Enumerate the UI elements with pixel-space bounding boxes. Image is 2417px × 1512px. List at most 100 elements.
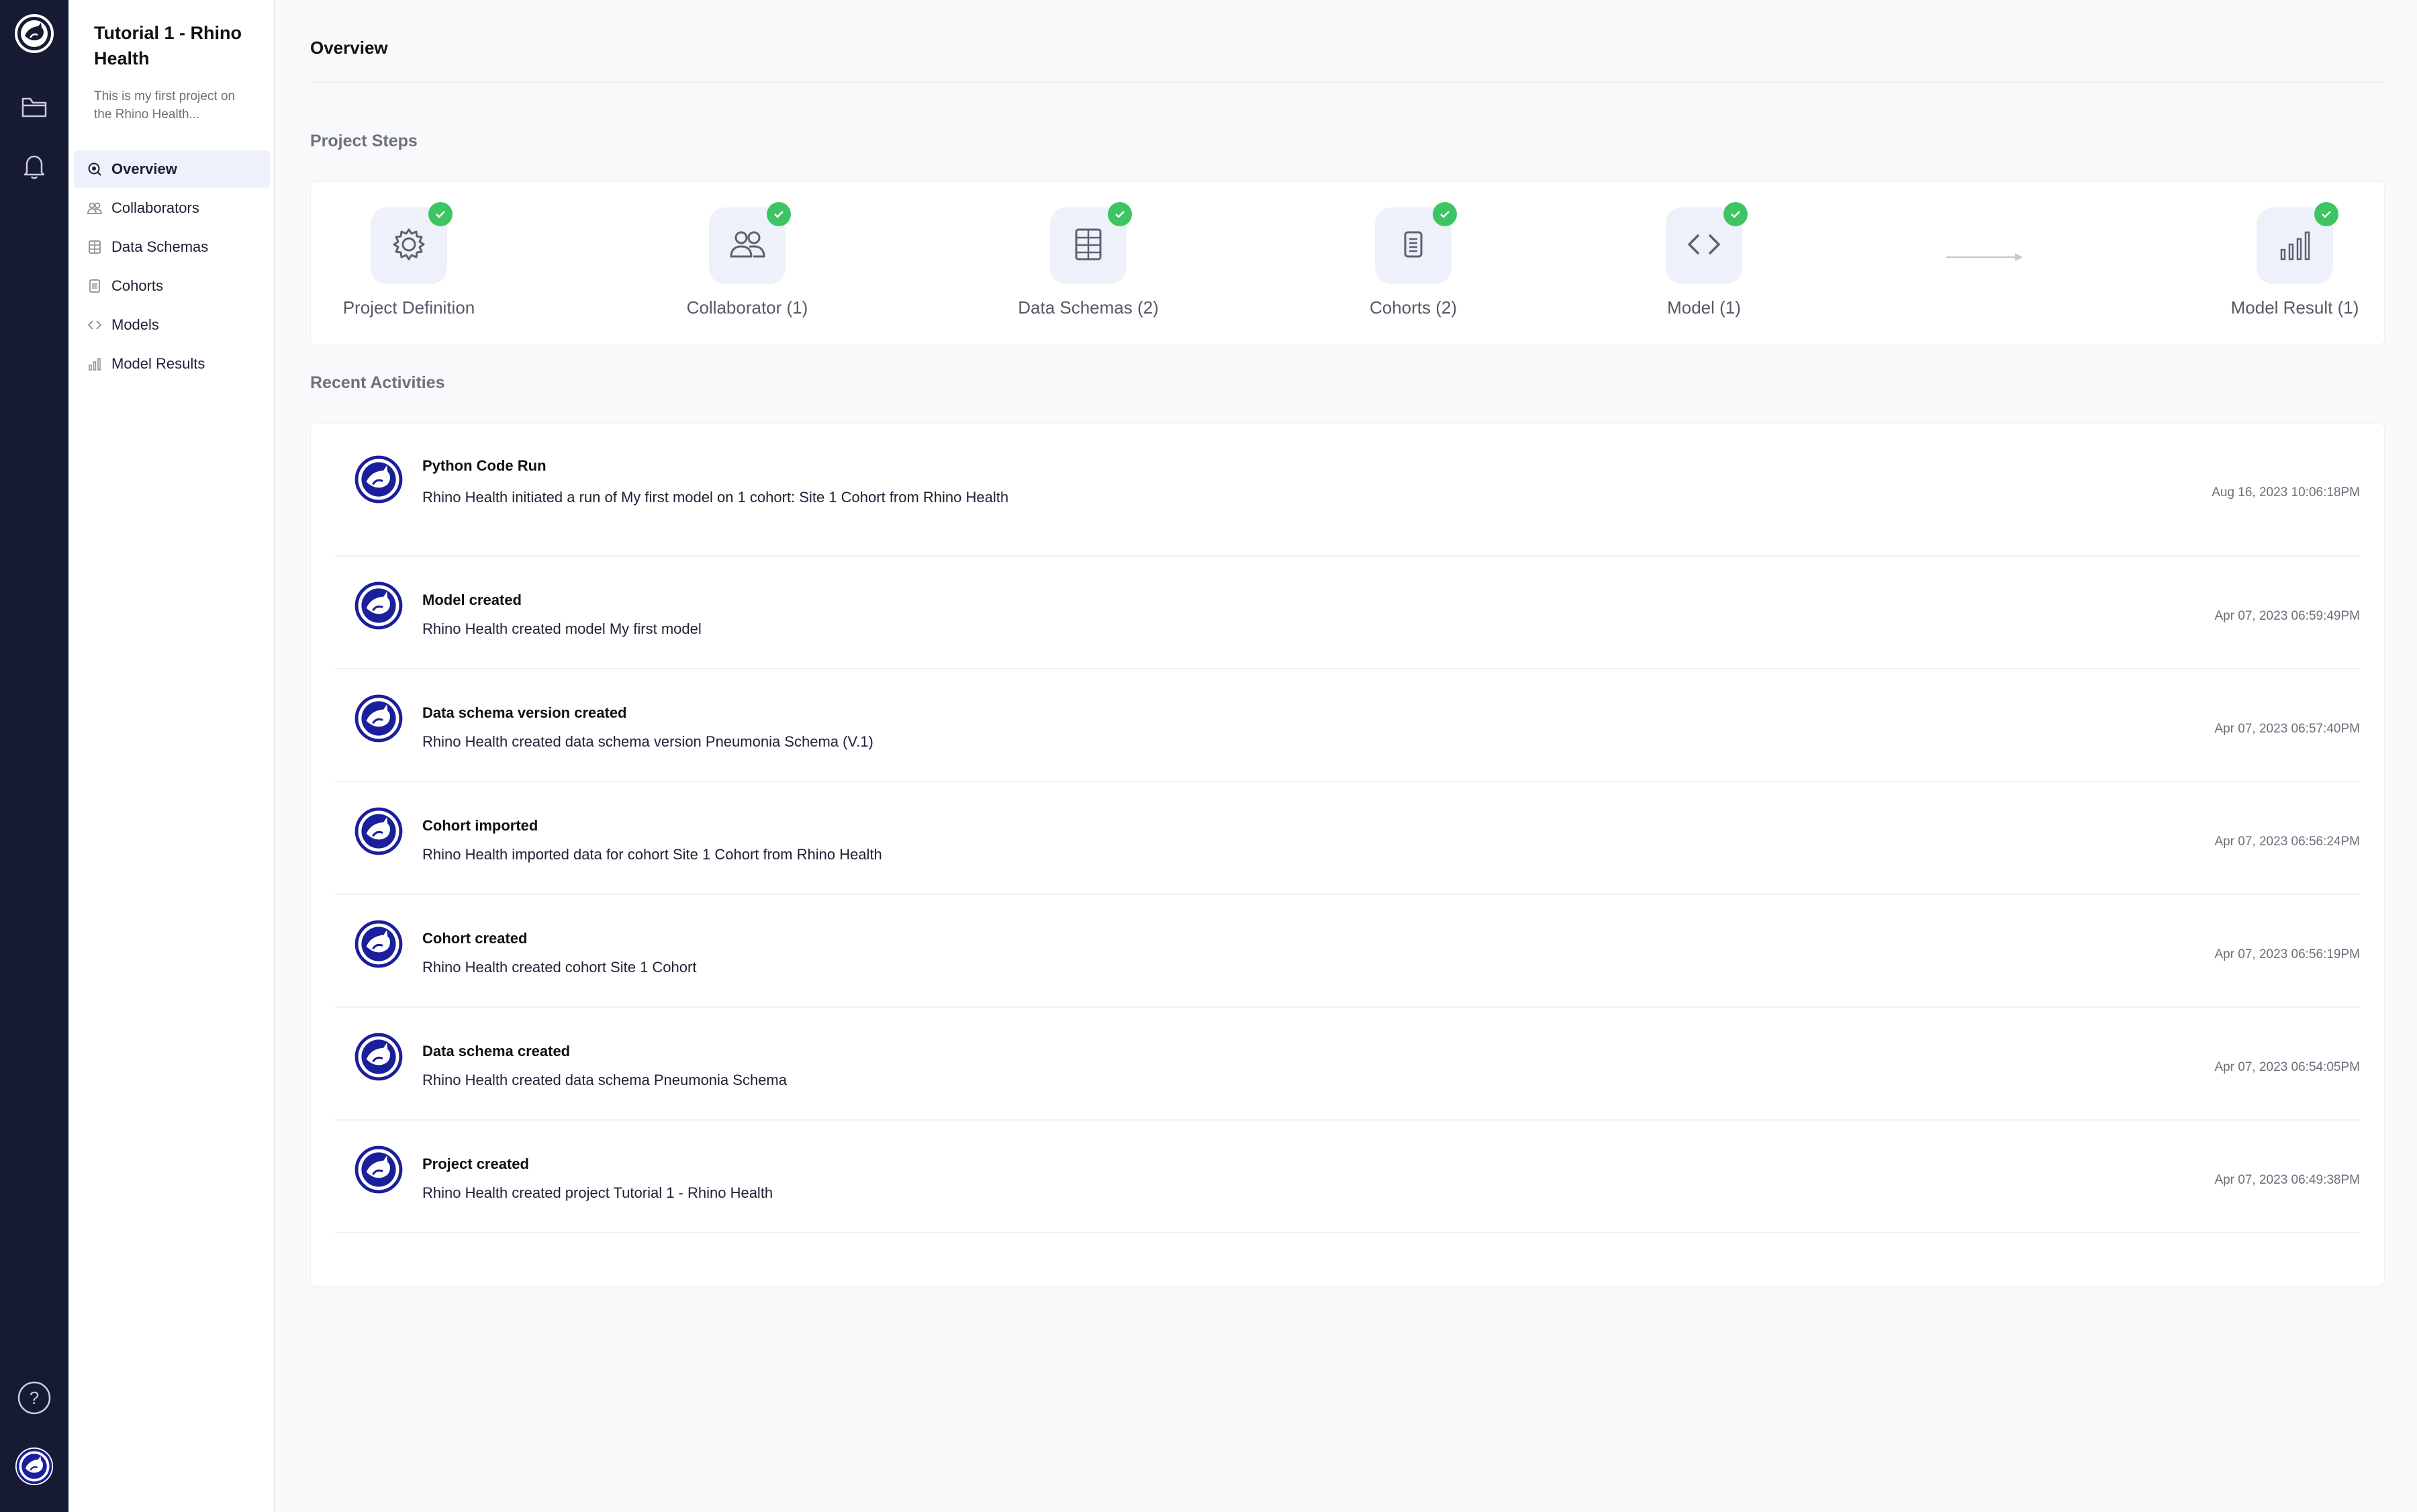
activity-description: Rhino Health initiated a run of My first… [422, 489, 1009, 506]
rhino-logo-icon[interactable] [14, 13, 54, 54]
activity-item[interactable]: Data schema created Rhino Health created… [335, 1006, 2360, 1121]
bar-chart-icon [87, 357, 102, 371]
check-icon [428, 202, 453, 226]
activity-title: Cohort created [422, 930, 528, 947]
activity-timestamp: Apr 07, 2023 06:54:05PM [2214, 1060, 2360, 1074]
activity-item[interactable]: Python Code Run Rhino Health initiated a… [335, 424, 2360, 557]
nav-item-data-schemas[interactable]: Data Schemas [74, 228, 270, 266]
user-avatar-icon[interactable] [14, 1446, 54, 1486]
step-project-definition[interactable]: Project Definition [308, 202, 510, 318]
activity-item[interactable]: Data schema version created Rhino Health… [335, 668, 2360, 782]
activity-description: Rhino Health imported data for cohort Si… [422, 846, 882, 863]
code-icon [1684, 224, 1724, 268]
activity-description: Rhino Health created data schema Pneumon… [422, 1072, 787, 1088]
table-icon [87, 240, 102, 254]
check-icon [2314, 202, 2338, 226]
activity-description: Rhino Health created model My first mode… [422, 620, 702, 637]
activity-title: Data schema version created [422, 704, 627, 721]
project-title: Tutorial 1 - Rhino Health [94, 23, 242, 68]
bar-chart-icon [2275, 224, 2315, 268]
activity-timestamp: Apr 07, 2023 06:49:38PM [2214, 1173, 2360, 1187]
activity-timestamp: Apr 07, 2023 06:56:24PM [2214, 835, 2360, 849]
step-label: Cohorts (2) [1369, 297, 1458, 318]
step-tile [2257, 202, 2338, 284]
main-content: Overview Project Steps Project Definitio… [274, 0, 2417, 1512]
step-model-result[interactable]: Model Result (1) [2194, 202, 2396, 318]
project-steps-title: Project Steps [310, 132, 418, 150]
step-data-schemas[interactable]: Data Schemas (2) [988, 202, 1189, 318]
activity-description: Rhino Health created cohort Site 1 Cohor… [422, 959, 697, 976]
step-label: Model (1) [1667, 297, 1741, 318]
rhino-avatar-icon [352, 1143, 405, 1196]
rhino-avatar-icon [352, 1031, 405, 1083]
recent-activities-title: Recent Activities [310, 373, 445, 392]
gear-icon [389, 224, 429, 268]
nav-item-collaborators[interactable]: Collaborators [74, 189, 270, 227]
nav-item-label: Overview [111, 160, 177, 177]
document-icon [87, 279, 102, 293]
activity-title: Cohort imported [422, 817, 538, 834]
rhino-avatar-icon [352, 579, 405, 632]
folder-icon[interactable] [14, 87, 54, 128]
activity-item[interactable]: Model created Rhino Health created model… [335, 555, 2360, 669]
rhino-avatar-icon [352, 453, 405, 506]
project-steps-card: Project Definition Collaborator (1) Data… [310, 181, 2385, 345]
step-label: Model Result (1) [2230, 297, 2359, 318]
step-label: Data Schemas (2) [1018, 297, 1159, 318]
activity-title: Python Code Run [422, 457, 547, 474]
nav-item-cohorts[interactable]: Cohorts [74, 267, 270, 305]
check-icon [1433, 202, 1457, 226]
activity-item[interactable]: Cohort imported Rhino Health imported da… [335, 781, 2360, 895]
activity-description: Rhino Health created project Tutorial 1 … [422, 1184, 773, 1201]
page-title: Overview [310, 38, 388, 58]
header-divider [310, 82, 2385, 83]
step-model[interactable]: Model (1) [1603, 202, 1805, 318]
project-sidebar: Tutorial 1 - Rhino Health This is my fir… [68, 0, 275, 1512]
check-icon [1108, 202, 1132, 226]
activity-title: Model created [422, 592, 522, 608]
svg-text:?: ? [30, 1388, 39, 1408]
users-icon [87, 201, 102, 216]
document-icon [1393, 224, 1433, 268]
recent-activities-card: Python Code Run Rhino Health initiated a… [310, 423, 2385, 1286]
nav-item-label: Data Schemas [111, 238, 209, 255]
activity-item[interactable]: Cohort created Rhino Health created coho… [335, 894, 2360, 1008]
nav-item-models[interactable]: Models [74, 306, 270, 344]
rhino-avatar-icon [352, 918, 405, 970]
rhino-avatar-icon [352, 805, 405, 857]
step-tile [371, 202, 453, 284]
check-icon [1723, 202, 1748, 226]
app-rail: ? [0, 0, 68, 1512]
step-tile [709, 202, 791, 284]
bell-icon[interactable] [14, 146, 54, 187]
code-icon [87, 318, 102, 332]
step-tile [1375, 202, 1457, 284]
activity-timestamp: Aug 16, 2023 10:06:18PM [2212, 485, 2360, 500]
overview-icon [87, 162, 102, 177]
users-icon [727, 224, 767, 268]
nav-item-overview[interactable]: Overview [74, 150, 270, 188]
step-cohorts[interactable]: Cohorts (2) [1313, 202, 1514, 318]
table-icon [1068, 224, 1108, 268]
activity-title: Project created [422, 1155, 529, 1172]
step-collaborator[interactable]: Collaborator (1) [647, 202, 848, 318]
nav-item-label: Collaborators [111, 199, 199, 216]
step-label: Project Definition [342, 297, 475, 318]
activity-timestamp: Apr 07, 2023 06:56:19PM [2214, 947, 2360, 961]
nav-item-label: Model Results [111, 355, 205, 372]
project-description: This is my first project on the Rhino He… [94, 89, 236, 122]
rhino-avatar-icon [352, 692, 405, 745]
activity-timestamp: Apr 07, 2023 06:59:49PM [2214, 609, 2360, 623]
nav-item-label: Cohorts [111, 277, 164, 294]
step-label: Collaborator (1) [686, 297, 808, 318]
help-icon[interactable]: ? [14, 1378, 54, 1418]
activity-item[interactable]: Project created Rhino Health created pro… [335, 1119, 2360, 1233]
check-icon [767, 202, 791, 226]
activity-timestamp: Apr 07, 2023 06:57:40PM [2214, 722, 2360, 736]
step-tile [1666, 202, 1748, 284]
nav-item-label: Models [111, 316, 159, 333]
project-nav: Overview Collaborators Data Schemas Coho… [74, 150, 270, 384]
step-tile [1050, 202, 1132, 284]
nav-item-model-results[interactable]: Model Results [74, 345, 270, 383]
arrow-right-icon [1946, 252, 2024, 266]
